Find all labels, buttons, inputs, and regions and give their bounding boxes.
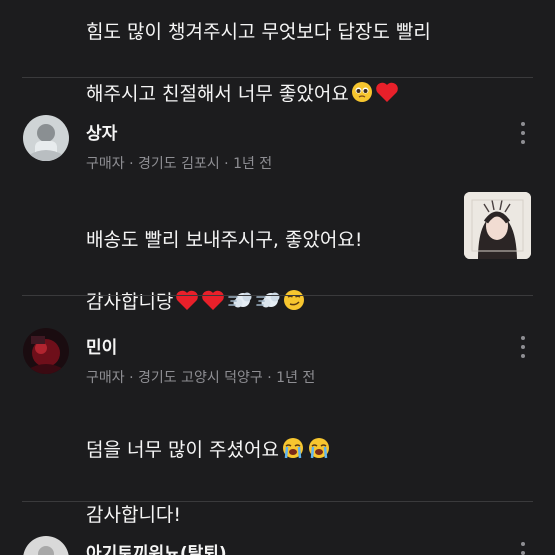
review-meta: 구매자 · 경기도 고양시 덕양구 · 1년 전 (86, 370, 316, 386)
review-text-line2: 해주시고 친절해서 너무 좋았어요 (86, 83, 349, 105)
red-heart-icon (375, 81, 399, 113)
red-heart-icon (175, 289, 199, 321)
avatar[interactable] (23, 328, 69, 374)
review-text: 배송도 빨리 보내주시구, 좋았어요! 감사합니당 (86, 194, 363, 321)
more-options-icon[interactable] (512, 540, 534, 555)
reviews-list: 힘도 많이 챙겨주시고 무엇보다 답장도 빨리 해주시고 친절해서 너무 좋았어… (0, 0, 555, 555)
avatar[interactable] (23, 536, 69, 555)
reviewer-name[interactable]: 아기토끼워뇨(탈퇴) (86, 539, 227, 555)
reviewer-name[interactable]: 민이 (86, 333, 117, 358)
review-text-line1: 덤을 너무 많이 주셨어요 (86, 439, 279, 461)
review-text: 덤을 너무 많이 주셨어요 감사합니다! (86, 404, 331, 531)
review-text-line1: 힘도 많이 챙겨주시고 무엇보다 답장도 빨리 (86, 21, 431, 43)
smirking-face-icon (283, 289, 305, 321)
pleading-face-icon (351, 81, 373, 113)
dashing-away-icon (255, 289, 281, 321)
review-text: 힘도 많이 챙겨주시고 무엇보다 답장도 빨리 해주시고 친절해서 너무 좋았어… (86, 0, 431, 113)
reviewer-name[interactable]: 상자 (86, 119, 117, 144)
review-text-line1: 배송도 빨리 보내주시구, 좋았어요! (86, 229, 363, 251)
loudly-crying-face-icon (307, 437, 331, 469)
dashing-away-icon (227, 289, 253, 321)
avatar[interactable] (23, 115, 69, 161)
more-options-icon[interactable] (512, 334, 534, 360)
divider (22, 77, 533, 78)
loudly-crying-face-icon (281, 437, 305, 469)
review-text-line2: 감사합니다! (86, 504, 182, 526)
red-heart-icon (201, 289, 225, 321)
divider (22, 295, 533, 296)
divider (22, 501, 533, 502)
review-meta: 구매자 · 경기도 김포시 · 1년 전 (86, 156, 273, 172)
more-options-icon[interactable] (512, 120, 534, 146)
review-photo[interactable] (464, 192, 531, 259)
